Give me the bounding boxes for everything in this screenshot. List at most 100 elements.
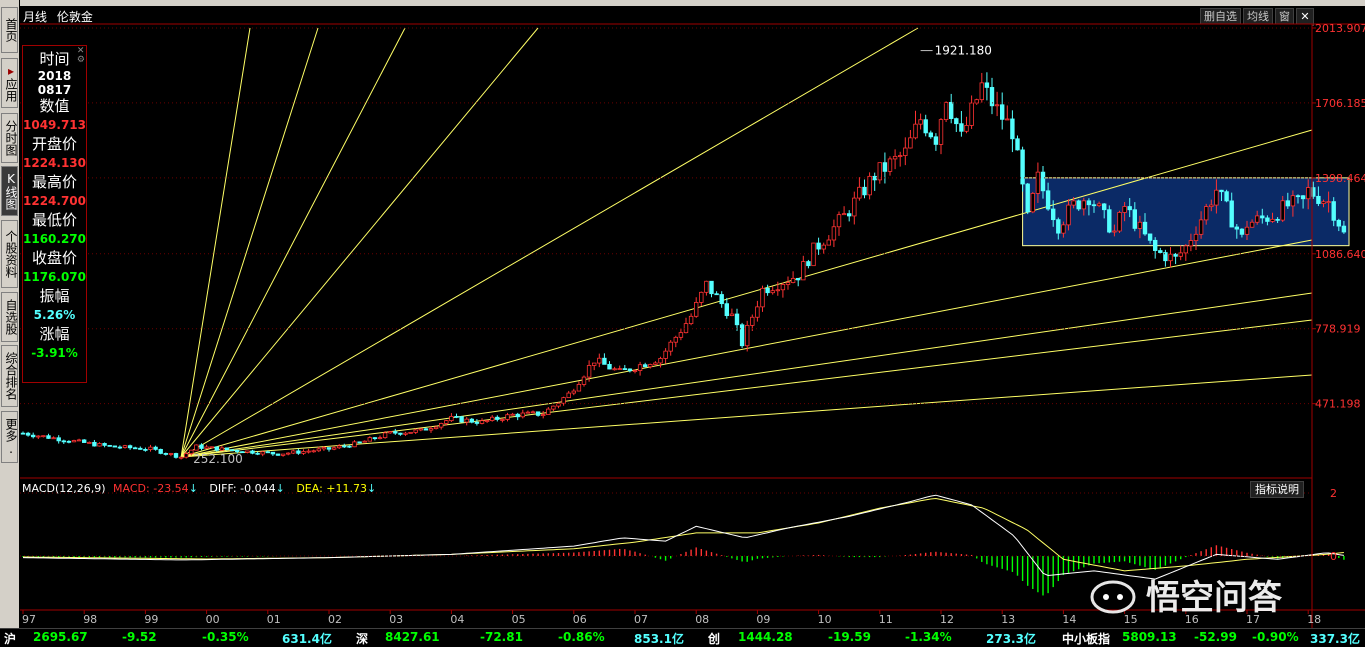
candle-body: [357, 441, 362, 444]
candle-body: [1270, 218, 1275, 222]
candle-body: [612, 368, 617, 371]
candle-body: [1198, 219, 1204, 235]
wukong-logo-icon: 悟空问答: [1090, 578, 1283, 618]
candle-body: [831, 226, 837, 241]
candle-body: [1112, 230, 1117, 233]
candle-body: [459, 416, 464, 423]
candle-body: [1040, 171, 1046, 192]
candle-body: [30, 434, 36, 438]
candle-body: [500, 419, 505, 421]
diff-value: DIFF: -0.044: [209, 482, 276, 495]
arrow-down-icon: ↓: [275, 482, 285, 495]
candle-body: [97, 443, 102, 447]
candle-body: [1239, 228, 1245, 235]
candle-body: [296, 450, 301, 454]
candle-body: [714, 293, 719, 296]
candle-body: [1336, 219, 1341, 227]
candle-body: [1066, 204, 1071, 226]
candle-body: [505, 414, 510, 420]
candle-body: [194, 444, 199, 451]
candle-body: [209, 446, 214, 449]
candle-body: [61, 440, 66, 443]
candle-body: [765, 287, 770, 294]
candle-body: [586, 365, 592, 378]
candle-body: [653, 362, 658, 365]
candle-body: [806, 261, 811, 267]
candle-body: [581, 376, 587, 385]
candle-body: [306, 450, 311, 453]
index-pct: -1.34%: [905, 630, 952, 644]
candle-body: [46, 435, 51, 439]
candle-body: [1219, 189, 1224, 193]
candle-body: [984, 82, 990, 88]
close-icon[interactable]: ✕ ⚙: [77, 47, 85, 65]
time-year: 2018: [37, 69, 72, 83]
candle-body: [551, 405, 556, 410]
candle-body: [316, 448, 321, 452]
candle-body: [602, 357, 607, 365]
watermark: 悟空问答: [1088, 572, 1348, 622]
candle-body: [20, 432, 26, 435]
index-amount: 853.1亿: [634, 632, 684, 646]
x-tick-label: 04: [450, 613, 464, 626]
candle-body: [51, 437, 56, 440]
index-name: 中小板指: [1062, 632, 1111, 646]
candle-body: [561, 397, 566, 404]
kline-chart[interactable]: 2013.907 1706.185 1398.464 1086.640 778.919 4…: [0, 0, 1365, 628]
candle-body: [627, 368, 633, 372]
indicator-help-button[interactable]: 指标说明: [1250, 481, 1304, 498]
candle-body: [1249, 221, 1255, 228]
candle-body: [724, 303, 729, 316]
candle-body: [163, 453, 168, 455]
data-window: ✕ ⚙ 时间 2018 0817 数值 1049.713 开盘价 1224.130…: [22, 45, 87, 383]
candle-body: [1010, 118, 1015, 140]
index-value: 8427.61: [385, 630, 440, 644]
candle-body: [719, 294, 724, 305]
candle-body: [107, 444, 112, 447]
candle-body: [1265, 217, 1270, 222]
candle-body: [1015, 138, 1020, 151]
candle-body: [969, 102, 974, 126]
candle-body: [1051, 208, 1056, 221]
candle-body: [1209, 204, 1214, 208]
candle-body: [571, 390, 576, 394]
candle-body: [321, 447, 327, 450]
candle-body: [112, 445, 117, 448]
candle-body: [444, 420, 449, 424]
candle-body: [117, 446, 123, 449]
candle-body: [1122, 206, 1127, 213]
candle-body: [153, 446, 158, 450]
candle-body: [352, 441, 357, 448]
candle-body: [643, 364, 648, 368]
candle-body: [199, 444, 204, 449]
candle-body: [959, 123, 964, 132]
candle-body: [668, 341, 673, 352]
y-tick-label: 1398.464: [1315, 172, 1365, 185]
candle-body: [520, 412, 525, 418]
candle-body: [892, 155, 898, 160]
candle-body: [637, 364, 643, 371]
candle-body: [607, 363, 612, 370]
arrow-down-icon: ↓: [366, 482, 377, 495]
candle-body: [1127, 206, 1132, 211]
candle-body: [785, 282, 791, 285]
candle-body: [546, 408, 551, 415]
candle-body: [1214, 189, 1219, 206]
candle-body: [566, 392, 571, 399]
candle-body: [1331, 201, 1336, 221]
candle-body: [1117, 212, 1122, 232]
candle-body: [168, 453, 174, 455]
candle-body: [1056, 219, 1061, 234]
candle-body: [1091, 204, 1097, 207]
index-pct: -0.35%: [202, 630, 249, 644]
candle-body: [796, 277, 801, 281]
x-tick-label: 01: [267, 613, 281, 626]
candle-body: [1045, 190, 1051, 210]
candle-body: [1081, 200, 1086, 210]
index-name: 沪: [4, 632, 17, 646]
candle-body: [495, 416, 500, 420]
candle-body: [393, 431, 398, 434]
candle-body: [750, 316, 755, 326]
y-tick-label: 471.198: [1315, 398, 1361, 411]
candle-body: [556, 402, 561, 407]
